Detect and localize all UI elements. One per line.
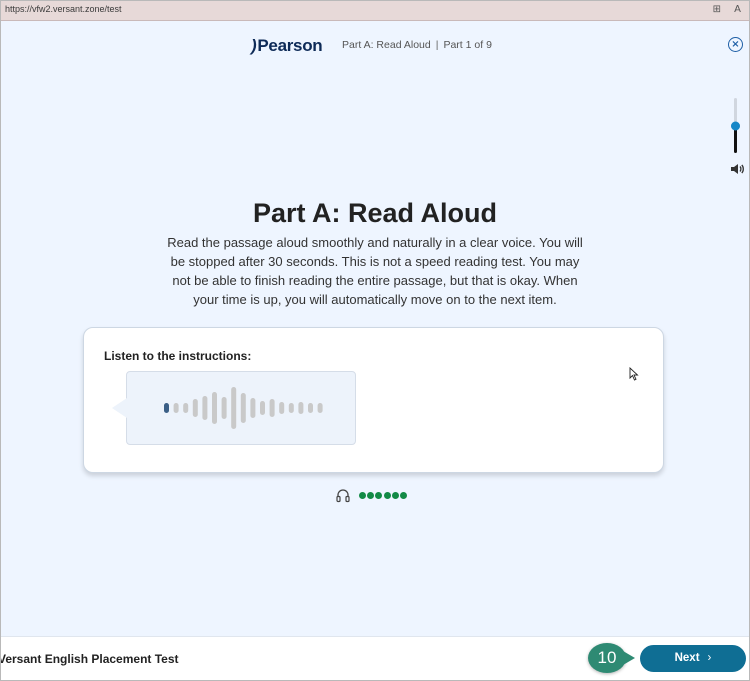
waveform-bar <box>212 392 217 424</box>
progress-dot <box>359 492 366 499</box>
progress-dot <box>383 492 391 499</box>
address-bar[interactable]: https://vfw2.versant.zone/test ⊞ A <box>1 1 749 21</box>
page-title: Part A: Read Aloud <box>252 198 497 228</box>
headphones-icon <box>336 489 350 503</box>
waveform-bar <box>260 401 265 415</box>
waveform-bar <box>279 402 285 414</box>
waveform-bar <box>250 398 256 418</box>
pearson-logo-mark: ) <box>251 36 257 55</box>
audio-instructions-card: Listen to the instructions: <box>83 327 664 473</box>
test-page: )Pearson Part A: Read Aloud | Part 1 of 9 … <box>1 21 749 637</box>
part-indicator: Part A: Read Aloud | Part 1 of 9 <box>342 39 492 51</box>
waveform-bar <box>231 387 237 429</box>
chevron-right-icon: › <box>707 652 712 664</box>
next-button[interactable]: Next › <box>640 645 746 672</box>
progress-dot <box>367 492 375 499</box>
audio-card-label: Listen to the instructions: <box>104 349 252 363</box>
instructions-text: Read the passage aloud smoothly and natu… <box>167 235 583 307</box>
pearson-logo: )Pearson <box>251 36 323 56</box>
waveform-bar <box>298 402 304 414</box>
test-title: Versant English Placement Test <box>0 652 179 666</box>
step-pointer <box>623 651 635 665</box>
step-badge: 10 <box>588 643 626 673</box>
waveform-bar <box>288 403 294 413</box>
part-name: Part A: Read Aloud <box>342 39 431 51</box>
volume-slider[interactable] <box>731 98 740 153</box>
separator: | <box>435 39 439 51</box>
next-label: Next <box>674 652 700 664</box>
close-icon[interactable]: × <box>728 37 743 52</box>
volume-handle[interactable] <box>731 121 740 130</box>
waveform-bar <box>173 403 179 413</box>
waveform-bar <box>202 396 208 420</box>
audio-player[interactable] <box>112 371 356 445</box>
reader-view-icon[interactable]: ⊞ <box>713 4 721 15</box>
waveform-bar <box>240 393 246 423</box>
read-aloud-icon[interactable]: A <box>734 4 741 15</box>
waveform-bar <box>269 399 275 417</box>
waveform-bar <box>164 403 169 413</box>
item-progress-indicator <box>335 487 415 503</box>
browser-window: https://vfw2.versant.zone/test ⊞ A )Pear… <box>0 0 750 681</box>
footer-bar: Versant English Placement Test 10 Next › <box>1 636 749 680</box>
speaker-icon[interactable] <box>729 161 745 177</box>
waveform-bar <box>221 397 227 419</box>
progress-dot <box>375 492 383 499</box>
waveform-bar <box>183 403 189 413</box>
bubble-tail <box>112 398 127 418</box>
waveform-bar <box>192 399 198 417</box>
progress-dot <box>400 492 407 499</box>
part-progress: Part 1 of 9 <box>443 39 492 51</box>
waveform-bar <box>317 403 323 413</box>
progress-dot <box>391 492 399 499</box>
logo-text: Pearson <box>257 36 323 55</box>
audio-waveform <box>164 387 323 429</box>
mouse-cursor-icon <box>629 367 639 381</box>
url-text[interactable]: https://vfw2.versant.zone/test <box>5 4 122 14</box>
waveform-bar <box>308 403 313 413</box>
